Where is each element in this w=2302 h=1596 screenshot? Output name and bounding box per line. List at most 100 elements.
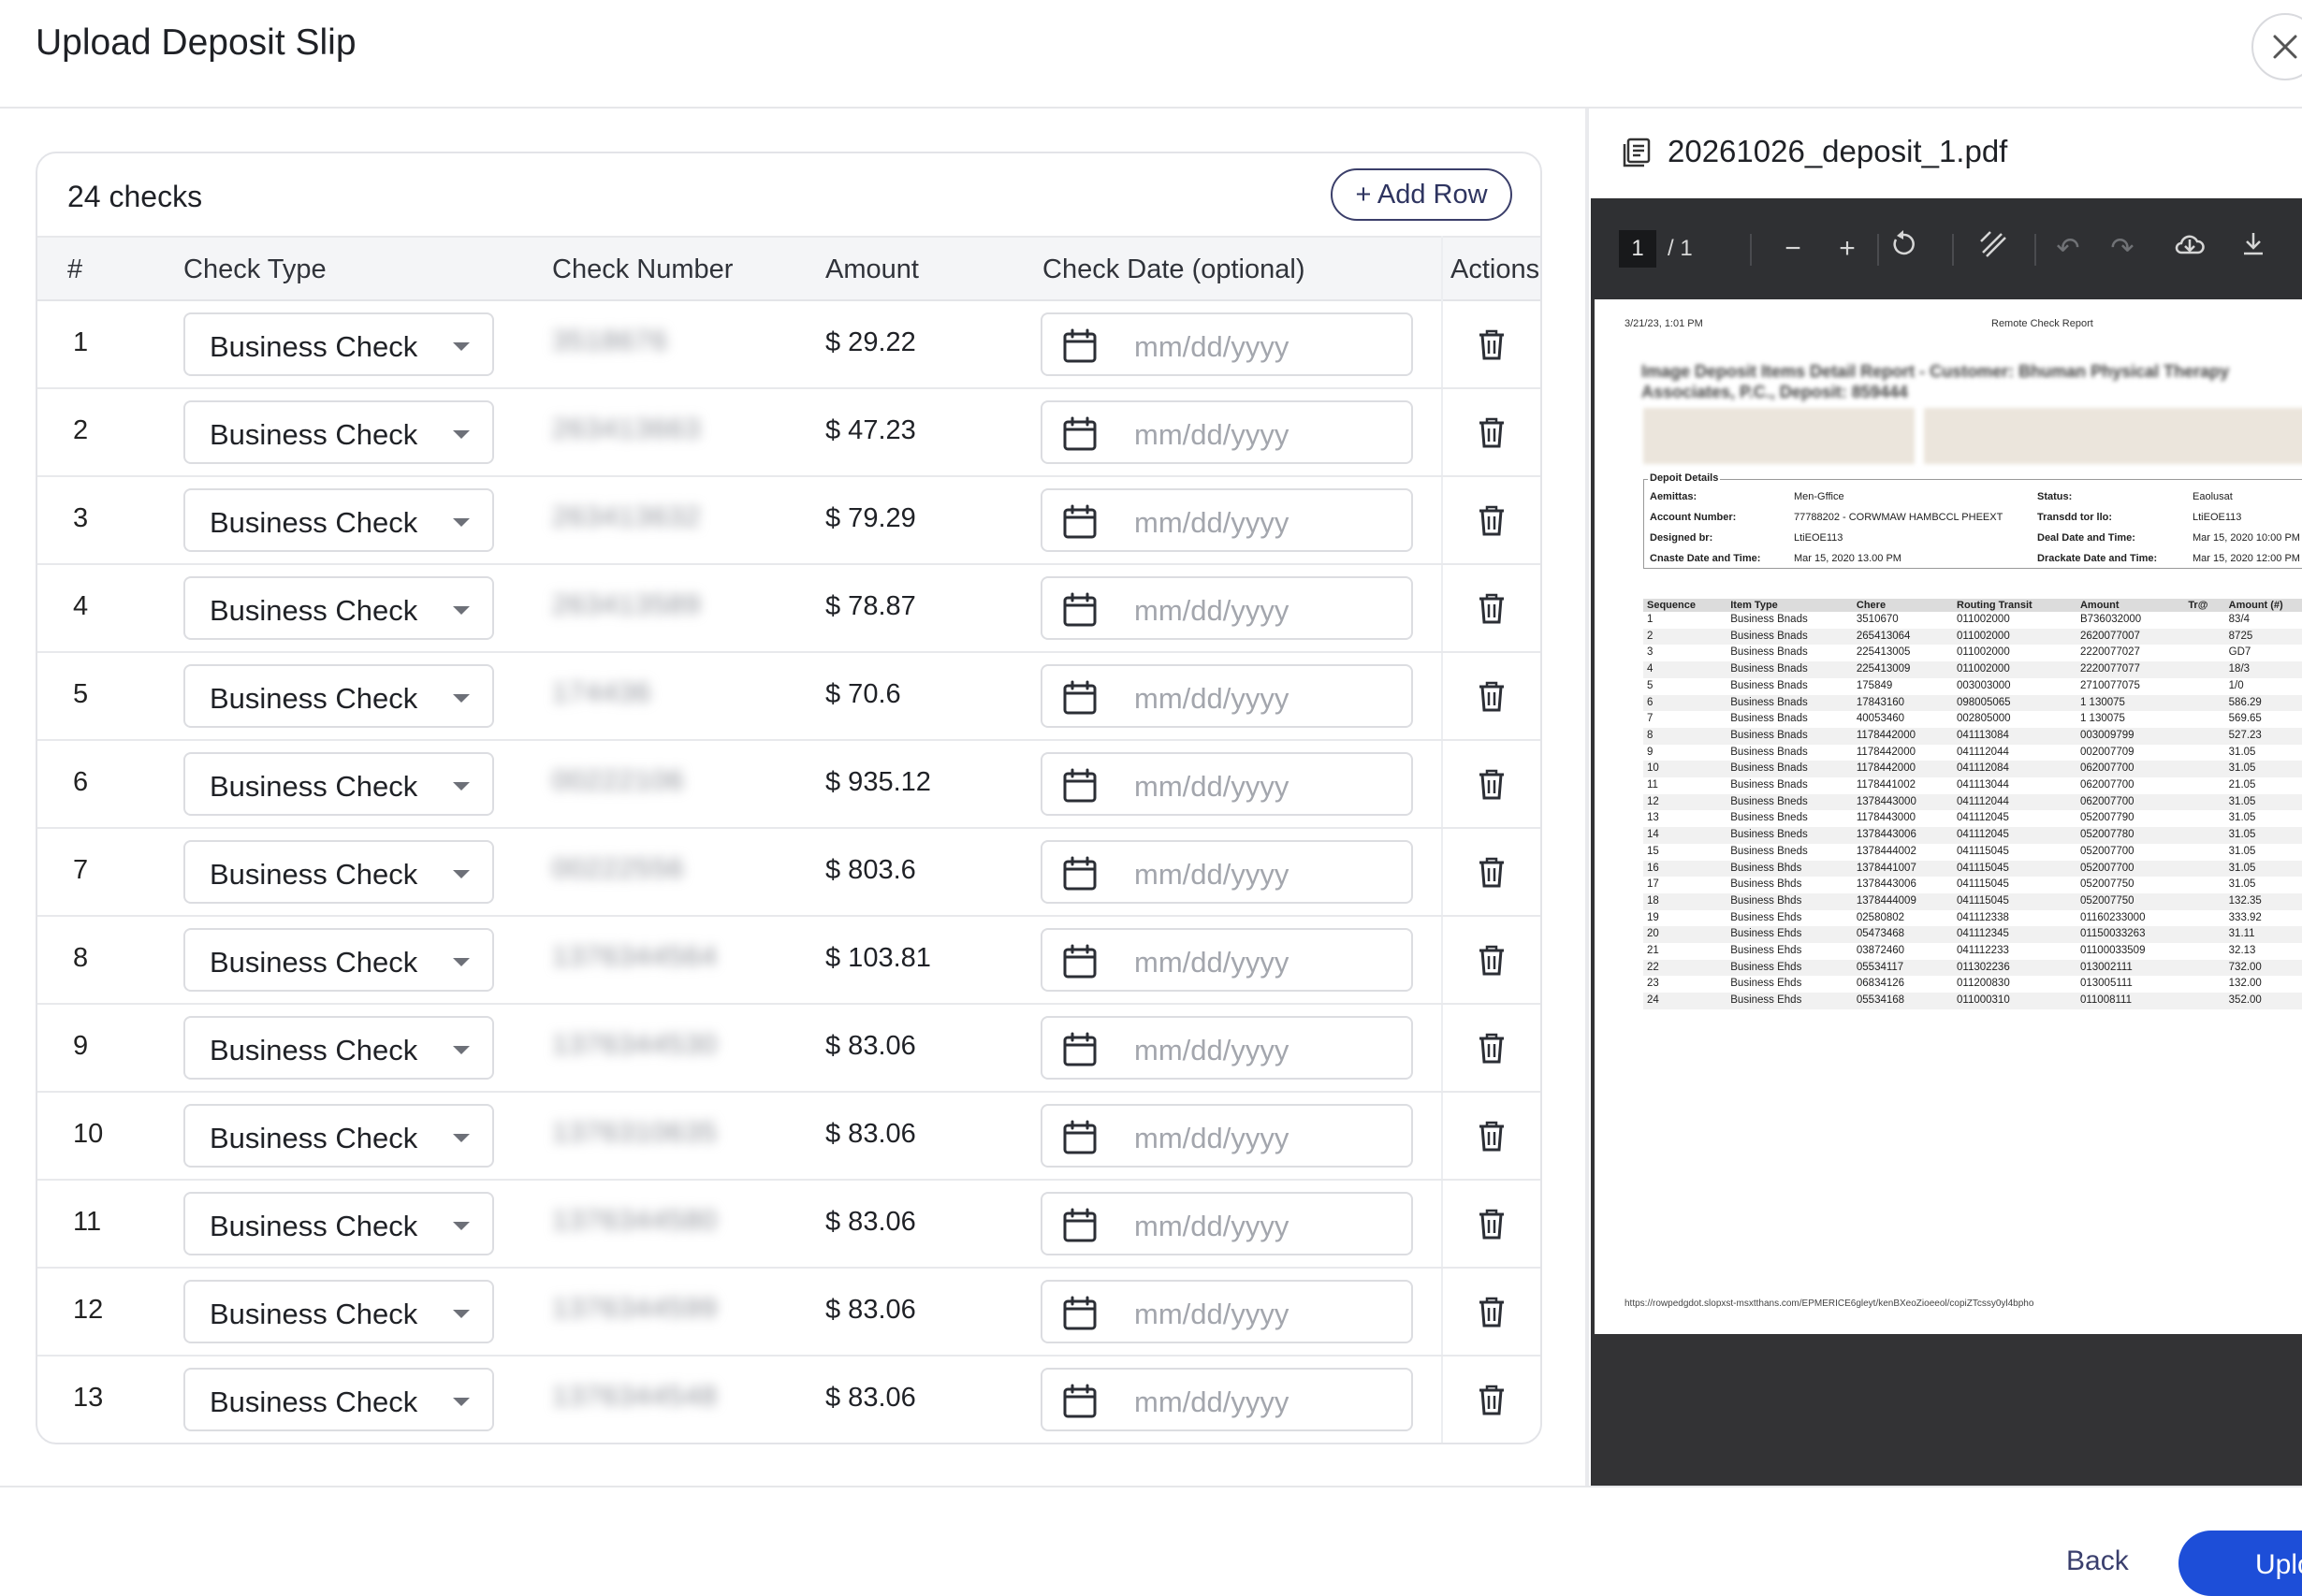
check-type-select[interactable]: Business Check bbox=[183, 1280, 494, 1343]
check-type-select[interactable]: Business Check bbox=[183, 664, 494, 728]
calendar-icon[interactable] bbox=[1061, 1207, 1099, 1244]
check-type-select[interactable]: Business Check bbox=[183, 752, 494, 816]
pdf-table-row: 20 Business Ehds 05473468 041112345 01150033… bbox=[1643, 926, 2302, 944]
rotate-icon[interactable] bbox=[1883, 228, 1924, 269]
check-date-input[interactable]: mm/dd/yyyy bbox=[1041, 664, 1413, 728]
delete-row-icon[interactable] bbox=[1477, 679, 1507, 713]
amount-field[interactable]: $ 83.06 bbox=[825, 1383, 916, 1414]
calendar-icon[interactable] bbox=[1061, 1031, 1099, 1068]
check-date-input[interactable]: mm/dd/yyyy bbox=[1041, 312, 1413, 376]
amount-field[interactable]: $ 803.6 bbox=[825, 855, 916, 886]
download-icon[interactable] bbox=[2233, 228, 2274, 269]
check-type-select[interactable]: Business Check bbox=[183, 928, 494, 992]
back-button[interactable]: Back bbox=[2066, 1545, 2129, 1577]
calendar-icon[interactable] bbox=[1061, 679, 1099, 717]
calendar-icon[interactable] bbox=[1061, 1383, 1099, 1420]
zoom-in-icon[interactable]: + bbox=[1827, 228, 1868, 269]
amount-field[interactable]: $ 79.29 bbox=[825, 503, 916, 534]
amount-field[interactable]: $ 935.12 bbox=[825, 767, 931, 798]
amount-field[interactable]: $ 83.06 bbox=[825, 1119, 916, 1150]
amount-field[interactable]: $ 83.06 bbox=[825, 1207, 916, 1238]
page-total: / 1 bbox=[1668, 236, 1693, 261]
check-date-input[interactable]: mm/dd/yyyy bbox=[1041, 752, 1413, 816]
check-type-select[interactable]: Business Check bbox=[183, 840, 494, 904]
check-date-input[interactable]: mm/dd/yyyy bbox=[1041, 1016, 1413, 1080]
check-date-input[interactable]: mm/dd/yyyy bbox=[1041, 488, 1413, 552]
check-type-select[interactable]: Business Check bbox=[183, 1104, 494, 1168]
delete-row-icon[interactable] bbox=[1477, 503, 1507, 537]
pdf-detail-label: Cnaste Date and Time: bbox=[1650, 553, 1761, 564]
amount-field[interactable]: $ 70.6 bbox=[825, 679, 901, 710]
check-date-input[interactable]: mm/dd/yyyy bbox=[1041, 576, 1413, 640]
calendar-icon[interactable] bbox=[1061, 855, 1099, 892]
amount-field[interactable]: $ 103.81 bbox=[825, 943, 931, 974]
check-date-input[interactable]: mm/dd/yyyy bbox=[1041, 928, 1413, 992]
check-type-select[interactable]: Business Check bbox=[183, 488, 494, 552]
check-number-field[interactable]: 1376344564 bbox=[552, 941, 718, 973]
delete-row-icon[interactable] bbox=[1477, 943, 1507, 977]
amount-field[interactable]: $ 83.06 bbox=[825, 1295, 916, 1326]
zoom-out-icon[interactable]: − bbox=[1772, 228, 1814, 269]
check-date-input[interactable]: mm/dd/yyyy bbox=[1041, 1192, 1413, 1255]
check-type-select[interactable]: Business Check bbox=[183, 400, 494, 464]
undo-icon[interactable]: ↶ bbox=[2047, 228, 2089, 269]
delete-row-icon[interactable] bbox=[1477, 1031, 1507, 1065]
redo-icon[interactable]: ↷ bbox=[2102, 228, 2143, 269]
amount-field[interactable]: $ 83.06 bbox=[825, 1031, 916, 1062]
delete-row-icon[interactable] bbox=[1477, 1383, 1507, 1416]
toolbar-divider bbox=[2034, 234, 2036, 266]
check-type-select[interactable]: Business Check bbox=[183, 1016, 494, 1080]
check-date-input[interactable]: mm/dd/yyyy bbox=[1041, 1104, 1413, 1168]
amount-field[interactable]: $ 29.22 bbox=[825, 327, 916, 358]
delete-row-icon[interactable] bbox=[1477, 767, 1507, 801]
check-type-select[interactable]: Business Check bbox=[183, 1368, 494, 1431]
pdf-table-header: Sequence Item Type Chere Routing Transit Amo… bbox=[1643, 599, 2302, 612]
check-number-field[interactable]: 1376344580 bbox=[552, 1205, 718, 1237]
calendar-icon[interactable] bbox=[1061, 415, 1099, 453]
check-number-field[interactable]: 263413589 bbox=[552, 589, 701, 621]
check-number-field[interactable]: 1376344599 bbox=[552, 1293, 718, 1325]
calendar-icon[interactable] bbox=[1061, 1119, 1099, 1156]
annotate-icon[interactable] bbox=[1973, 228, 2014, 269]
check-type-select[interactable]: Business Check bbox=[183, 312, 494, 376]
check-type-select[interactable]: Business Check bbox=[183, 1192, 494, 1255]
delete-row-icon[interactable] bbox=[1477, 855, 1507, 889]
calendar-icon[interactable] bbox=[1061, 943, 1099, 980]
check-number-field[interactable]: 174436 bbox=[552, 677, 651, 709]
check-date-input[interactable]: mm/dd/yyyy bbox=[1041, 400, 1413, 464]
pdf-table-cell: 31.05 bbox=[2228, 812, 2256, 824]
check-number-field[interactable]: 00222556 bbox=[552, 853, 684, 885]
delete-row-icon[interactable] bbox=[1477, 415, 1507, 449]
delete-row-icon[interactable] bbox=[1477, 1295, 1507, 1328]
cloud-save-icon[interactable] bbox=[2169, 228, 2210, 269]
pdf-table-cell bbox=[2184, 976, 2224, 993]
pdf-table-row: 24 Business Ehds 05534168 011000310 01100811… bbox=[1643, 993, 2302, 1009]
check-date-input[interactable]: mm/dd/yyyy bbox=[1041, 1368, 1413, 1431]
check-number-field[interactable]: 1376344530 bbox=[552, 1029, 718, 1061]
delete-row-icon[interactable] bbox=[1477, 1207, 1507, 1241]
pdf-table-cell: 03872460 bbox=[1856, 945, 1905, 957]
add-row-button[interactable]: + Add Row bbox=[1331, 168, 1512, 221]
check-date-input[interactable]: mm/dd/yyyy bbox=[1041, 840, 1413, 904]
calendar-icon[interactable] bbox=[1061, 767, 1099, 805]
check-date-input[interactable]: mm/dd/yyyy bbox=[1041, 1280, 1413, 1343]
check-number-field[interactable]: 3518676 bbox=[552, 326, 668, 357]
calendar-icon[interactable] bbox=[1061, 503, 1099, 541]
delete-row-icon[interactable] bbox=[1477, 1119, 1507, 1153]
delete-row-icon[interactable] bbox=[1477, 591, 1507, 625]
page-number-input[interactable]: 1 bbox=[1619, 230, 1656, 268]
check-number-field[interactable]: 263413663 bbox=[552, 414, 701, 445]
amount-field[interactable]: $ 47.23 bbox=[825, 415, 916, 446]
calendar-icon[interactable] bbox=[1061, 1295, 1099, 1332]
pdf-table-cell: 2620077007 bbox=[2076, 628, 2185, 646]
pdf-table-cell: 05534117 bbox=[1852, 959, 1953, 977]
delete-row-icon[interactable] bbox=[1477, 327, 1507, 361]
check-number-field[interactable]: 1376310635 bbox=[552, 1117, 718, 1149]
check-number-field[interactable]: 263413632 bbox=[552, 501, 701, 533]
check-number-field[interactable]: 1376344548 bbox=[552, 1381, 718, 1413]
check-type-select[interactable]: Business Check bbox=[183, 576, 494, 640]
calendar-icon[interactable] bbox=[1061, 591, 1099, 629]
calendar-icon[interactable] bbox=[1061, 327, 1099, 365]
amount-field[interactable]: $ 78.87 bbox=[825, 591, 916, 622]
check-number-field[interactable]: 00222106 bbox=[552, 765, 684, 797]
